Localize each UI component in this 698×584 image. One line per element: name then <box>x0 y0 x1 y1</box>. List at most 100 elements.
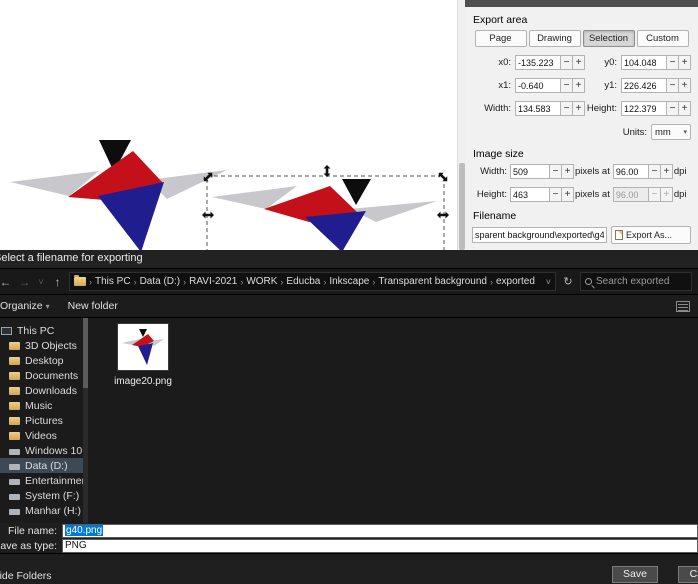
x1-input[interactable] <box>515 78 561 93</box>
y0-plus-icon[interactable]: + <box>679 55 691 70</box>
width-dpi-plus-icon[interactable]: + <box>660 164 673 179</box>
y1-spinbox: − + <box>621 78 691 93</box>
sidebar-item-desktop[interactable]: Desktop <box>0 353 83 368</box>
export-as-label: Export As... <box>626 230 673 240</box>
sidebar-label: Videos <box>25 429 57 442</box>
x1-plus-icon[interactable]: + <box>573 78 585 93</box>
cancel-button[interactable]: Cancel <box>678 566 698 583</box>
refresh-icon[interactable]: ↻ <box>560 275 576 288</box>
history-chevron-icon[interactable]: ˅ <box>36 277 46 287</box>
image-width-minus-icon[interactable]: − <box>550 164 562 179</box>
pixels-at-label: pixels at <box>575 166 610 177</box>
breadcrumb-ravi-2021[interactable]: RAVI-2021 <box>189 276 237 287</box>
hide-folders-button[interactable]: Hide Folders <box>0 570 52 582</box>
image-height-input[interactable] <box>510 187 550 202</box>
width-dpi-input[interactable] <box>612 164 649 179</box>
export-area-drawing-button[interactable]: Drawing <box>528 30 581 47</box>
canvas[interactable] <box>0 0 457 262</box>
sidebar-item-manhar-h[interactable]: Manhar (H:) <box>0 503 83 518</box>
y0-minus-icon[interactable]: − <box>667 55 679 70</box>
sidebar-item-downloads[interactable]: Downloads <box>0 383 83 398</box>
x0-input[interactable] <box>515 55 561 70</box>
file-list[interactable]: image20.png <box>88 318 698 523</box>
save-button[interactable]: Save <box>612 566 658 583</box>
units-dropdown[interactable]: mm ▾ <box>651 124 691 140</box>
y1-plus-icon[interactable]: + <box>679 78 691 93</box>
x1-spinbox: − + <box>515 78 585 93</box>
save-as-type-dropdown[interactable]: PNG <box>62 538 698 553</box>
export-area-custom-button[interactable]: Custom <box>636 30 689 47</box>
crumb-sep-icon: › <box>372 276 376 287</box>
dialog-toolbar: Organize ▾ New folder <box>0 294 698 317</box>
x0-minus-icon[interactable]: − <box>561 55 573 70</box>
sidebar-item-data-d[interactable]: Data (D:) <box>0 458 83 473</box>
breadcrumb-work[interactable]: WORK <box>246 276 277 287</box>
export-area-page-button[interactable]: Page <box>474 30 527 47</box>
y1-minus-icon[interactable]: − <box>667 78 679 93</box>
up-icon[interactable]: ↑ <box>50 275 65 289</box>
export-filename-input[interactable] <box>472 227 607 243</box>
breadcrumb-transparent-background[interactable]: Transparent background <box>378 276 487 287</box>
file-name-value: g40.png <box>65 525 104 536</box>
area-height-label: Height: <box>586 103 617 114</box>
breadcrumb-exported[interactable]: exported <box>496 276 535 287</box>
breadcrumb-data-d[interactable]: Data (D:) <box>140 276 181 287</box>
sidebar-item-entertainment-e[interactable]: Entertainment (E:) <box>0 473 83 488</box>
sidebar-item-documents[interactable]: Documents <box>0 368 83 383</box>
area-height-minus-icon[interactable]: − <box>667 101 679 116</box>
address-dropdown-icon[interactable]: ˅ <box>546 277 551 287</box>
folder-icon <box>9 402 20 410</box>
breadcrumb-educba[interactable]: Educba <box>286 276 320 287</box>
breadcrumb-inkscape[interactable]: Inkscape <box>329 276 369 287</box>
crumb-sep-icon: › <box>280 276 284 287</box>
scale-handle-top-center-icon[interactable] <box>323 165 331 177</box>
new-folder-button[interactable]: New folder <box>68 300 118 312</box>
crumb-sep-icon: › <box>89 276 92 287</box>
crumb-sep-icon: › <box>183 276 187 287</box>
right-dancer-blue-shape[interactable] <box>305 211 366 252</box>
forward-icon[interactable]: → <box>17 275 32 289</box>
image-width-input[interactable] <box>510 164 550 179</box>
units-label: Units: <box>622 126 647 138</box>
x0-plus-icon[interactable]: + <box>573 55 585 70</box>
file-item-image20[interactable]: image20.png <box>110 324 176 387</box>
canvas-vertical-scrollbar[interactable] <box>457 0 465 250</box>
area-width-plus-icon[interactable]: + <box>573 101 585 116</box>
file-name-input[interactable]: g40.png <box>62 523 698 538</box>
breadcrumb[interactable]: › This PC › Data (D:) › RAVI-2021 › WORK… <box>69 272 556 291</box>
y0-input[interactable] <box>621 55 667 70</box>
image-width-plus-icon[interactable]: + <box>562 164 574 179</box>
right-dancer-black-shape[interactable] <box>342 179 371 205</box>
search-box[interactable]: Search exported <box>580 272 692 291</box>
area-width-minus-icon[interactable]: − <box>561 101 573 116</box>
save-dialog: Select a filename for exporting ← → ˅ ↑ … <box>0 250 698 584</box>
image-height-plus-icon[interactable]: + <box>562 187 574 202</box>
width-dpi-minus-icon[interactable]: − <box>648 164 661 179</box>
y1-input[interactable] <box>621 78 667 93</box>
back-icon[interactable]: ← <box>0 275 13 289</box>
drive-icon <box>9 463 20 470</box>
export-as-button[interactable]: Export As... <box>611 226 691 244</box>
area-width-input[interactable] <box>515 101 561 116</box>
export-area-selection-button[interactable]: Selection <box>582 30 635 47</box>
organize-button[interactable]: Organize ▾ <box>0 300 50 312</box>
area-height-plus-icon[interactable]: + <box>679 101 691 116</box>
sidebar-label: Downloads <box>25 384 77 397</box>
crumb-sep-icon: › <box>323 276 327 287</box>
scale-handle-top-right-icon[interactable] <box>436 170 449 183</box>
sidebar-item-system-f[interactable]: System (F:) <box>0 488 83 503</box>
sidebar-item-this-pc[interactable]: ˅ This PC <box>0 323 83 338</box>
scale-handle-right-icon[interactable] <box>437 211 449 219</box>
x0-spinbox: − + <box>515 55 585 70</box>
sidebar-item-pictures[interactable]: Pictures <box>0 413 83 428</box>
area-height-input[interactable] <box>621 101 667 116</box>
sidebar-item-videos[interactable]: Videos <box>0 428 83 443</box>
view-options-icon[interactable] <box>676 300 690 312</box>
x1-minus-icon[interactable]: − <box>561 78 573 93</box>
breadcrumb-this-pc[interactable]: This PC <box>95 276 131 287</box>
sidebar-item-3d-objects[interactable]: 3D Objects <box>0 338 83 353</box>
image-height-minus-icon[interactable]: − <box>550 187 562 202</box>
sidebar-item-windows-10-c[interactable]: Windows 10 (C:) <box>0 443 83 458</box>
sidebar-item-music[interactable]: Music <box>0 398 83 413</box>
scale-handle-left-icon[interactable] <box>202 211 214 219</box>
